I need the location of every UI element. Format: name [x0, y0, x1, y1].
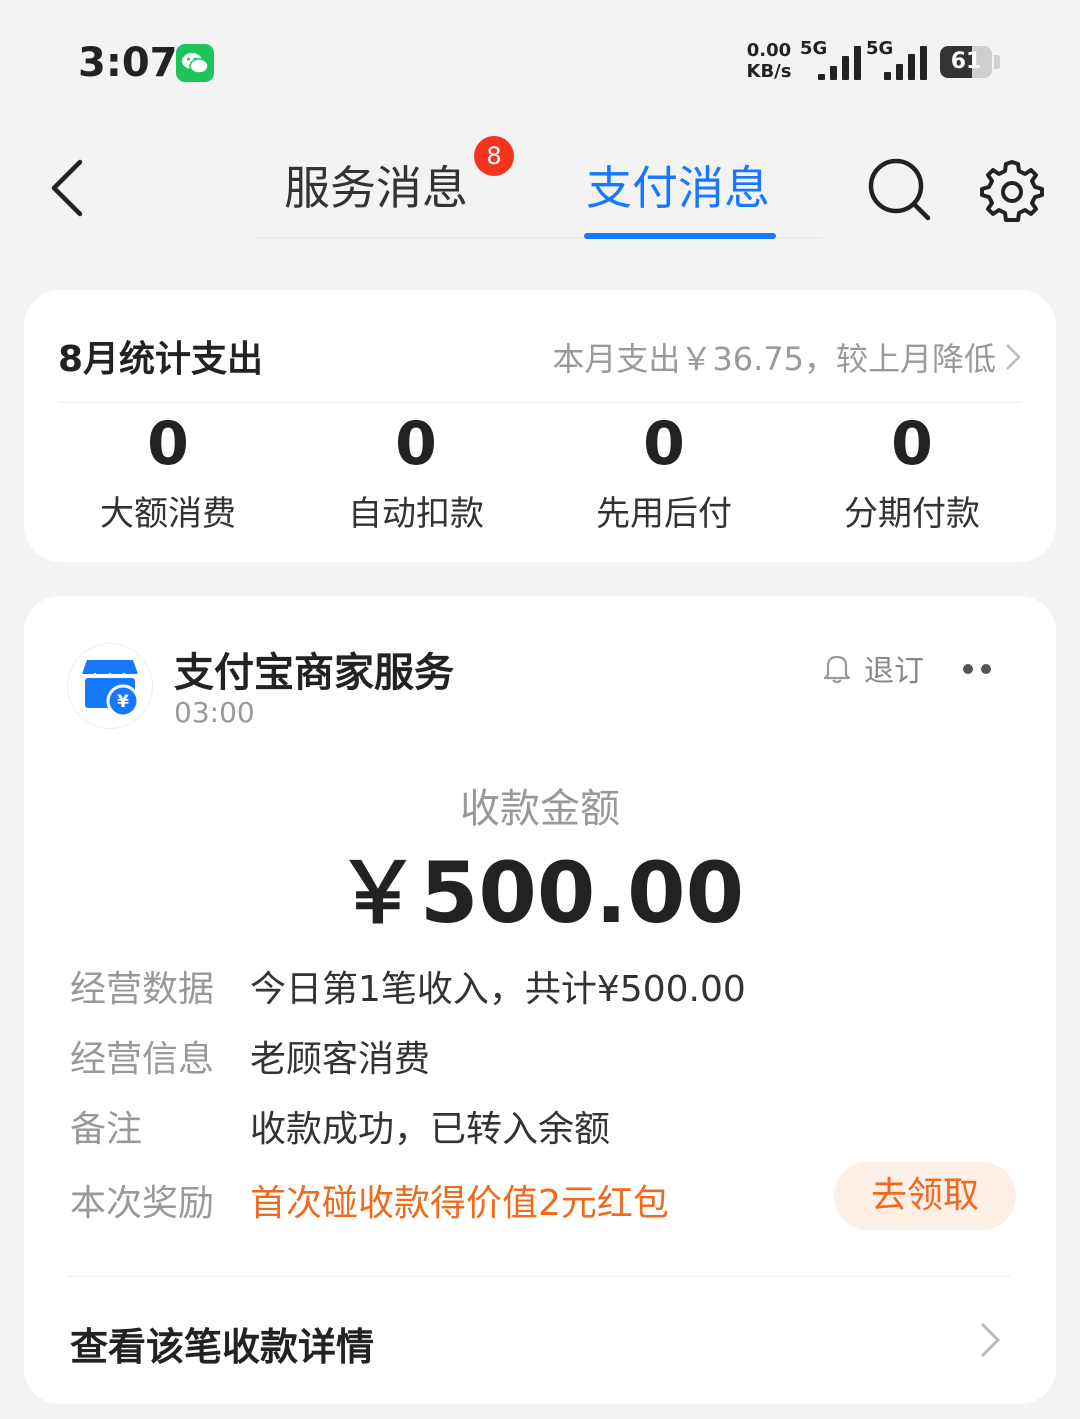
chevron-right-icon: [1006, 344, 1021, 370]
status-time: 3:07: [78, 40, 178, 86]
unsubscribe-label: 退订: [864, 654, 924, 689]
stat-auto-debit[interactable]: 0 自动扣款: [292, 410, 540, 535]
stat-label: 分期付款: [844, 494, 980, 534]
stat-value: 0: [395, 409, 437, 479]
amount-value: ￥500.00: [335, 844, 745, 942]
row-label-reward: 本次奖励: [70, 1183, 215, 1224]
active-tab-indicator: [584, 233, 776, 239]
stats-title: 8月统计支出: [58, 339, 264, 380]
unsubscribe-button[interactable]: 退订: [822, 646, 924, 690]
tab-service-messages[interactable]: 服务消息: [284, 152, 468, 218]
stat-pay-later[interactable]: 0 先用后付: [540, 410, 788, 535]
row-label-business-data: 经营数据: [70, 969, 215, 1010]
tab-payment-messages[interactable]: 支付消息: [586, 152, 770, 218]
battery-icon: 61: [940, 46, 992, 78]
back-arrow-icon: [51, 159, 83, 217]
merchant-name: 支付宝商家服务: [174, 650, 454, 696]
message-time: 03:00: [174, 696, 255, 729]
row-value-business-data: 今日第1笔收入，共计¥500.00: [250, 969, 746, 1010]
search-icon: [868, 158, 931, 221]
stats-summary-text: 本月支出￥36.75，较上月降低: [552, 340, 996, 378]
battery-level: 61: [950, 49, 982, 74]
row-value-note: 收款成功，已转入余额: [250, 1109, 611, 1150]
more-dots-icon: [963, 664, 991, 674]
detail-divider: [68, 1276, 1010, 1277]
network-speed-unit: KB/s: [746, 61, 792, 82]
row-label-note: 备注: [70, 1109, 143, 1150]
stat-large-spend[interactable]: 0 大额消费: [44, 410, 292, 535]
stats-divider: [58, 402, 1022, 403]
network-speed: 0.00 KB/s: [746, 40, 792, 82]
chevron-right-icon[interactable]: [976, 1320, 1004, 1360]
stat-value: 0: [891, 409, 933, 479]
claim-reward-button[interactable]: 去领取: [834, 1162, 1016, 1230]
unread-badge: 8: [474, 136, 514, 176]
stat-label: 自动扣款: [348, 494, 484, 534]
wechat-notification-icon: [176, 44, 214, 82]
stat-installment[interactable]: 0 分期付款: [788, 410, 1036, 535]
stat-value: 0: [643, 409, 685, 479]
settings-button[interactable]: [980, 158, 1044, 222]
row-value-business-info: 老顾客消费: [250, 1039, 431, 1080]
more-options-button[interactable]: [962, 660, 992, 674]
row-label-business-info: 经营信息: [70, 1039, 215, 1080]
svg-text:¥: ¥: [117, 692, 129, 712]
row-value-reward: 首次碰收款得价值2元红包: [250, 1183, 669, 1224]
merchant-service-logo-icon[interactable]: ¥: [68, 644, 152, 728]
signal-2-bars-icon: [884, 44, 927, 80]
gear-icon: [980, 160, 1044, 222]
search-button[interactable]: [866, 156, 932, 222]
stat-label: 大额消费: [100, 494, 236, 534]
stat-label: 先用后付: [596, 494, 732, 534]
network-speed-value: 0.00: [746, 40, 792, 61]
stats-summary-link[interactable]: 本月支出￥36.75，较上月降低: [552, 334, 1022, 380]
stat-value: 0: [147, 409, 189, 479]
view-receipt-details-link[interactable]: 查看该笔收款详情: [70, 1316, 374, 1371]
battery-cap: [994, 55, 1000, 69]
back-button[interactable]: [46, 158, 90, 218]
bell-icon: [823, 655, 851, 684]
signal-1-bars-icon: [818, 44, 861, 80]
